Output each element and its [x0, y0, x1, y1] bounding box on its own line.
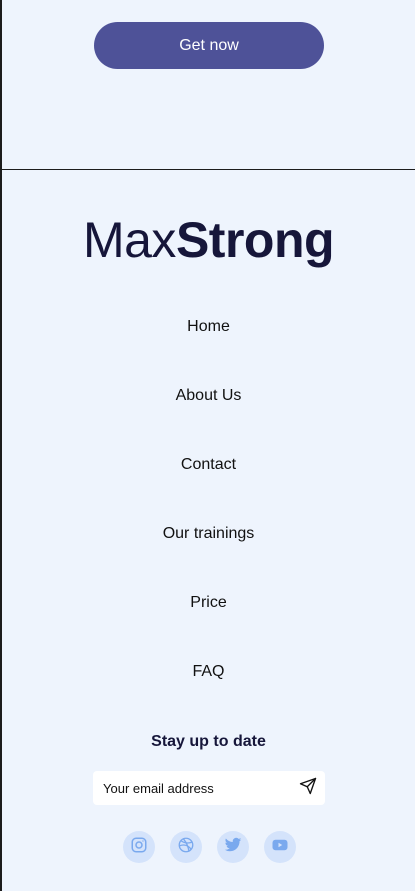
nav-item-our-trainings: Our trainings [2, 514, 415, 583]
nav-item-contact: Contact [2, 445, 415, 514]
logo[interactable]: MaxStrong [2, 210, 415, 270]
instagram-icon [130, 836, 148, 859]
dribbble-icon [177, 836, 195, 859]
dribbble-link[interactable] [170, 831, 202, 863]
twitter-icon [224, 836, 242, 859]
youtube-link[interactable] [264, 831, 296, 863]
social-links [123, 831, 296, 863]
logo-light-text: Max [82, 212, 176, 268]
footer: MaxStrong Home About Us Contact Our trai… [2, 170, 415, 891]
send-button[interactable] [291, 771, 325, 805]
twitter-link[interactable] [217, 831, 249, 863]
youtube-icon [271, 836, 289, 859]
nav-link-price[interactable]: Price [190, 583, 226, 623]
send-icon [299, 777, 317, 800]
nav-link-our-trainings[interactable]: Our trainings [163, 514, 255, 554]
get-now-button[interactable]: Get now [94, 22, 324, 69]
nav-item-about-us: About Us [2, 376, 415, 445]
nav-item-faq: FAQ [2, 652, 415, 721]
newsletter-title: Stay up to date [151, 733, 266, 750]
nav-item-price: Price [2, 583, 415, 652]
nav-link-faq[interactable]: FAQ [192, 652, 224, 692]
cta-section: Get now [2, 0, 415, 169]
nav-link-about-us[interactable]: About Us [176, 376, 242, 416]
instagram-link[interactable] [123, 831, 155, 863]
logo-bold-text: Strong [175, 212, 335, 268]
nav-item-home: Home [2, 307, 415, 376]
nav-link-home[interactable]: Home [187, 307, 230, 347]
email-input[interactable] [93, 771, 291, 805]
page: Get now MaxStrong Home About Us Contact … [0, 0, 415, 891]
nav-link-contact[interactable]: Contact [181, 445, 236, 485]
footer-nav: Home About Us Contact Our trainings Pric… [2, 307, 415, 721]
newsletter-form [93, 771, 325, 805]
